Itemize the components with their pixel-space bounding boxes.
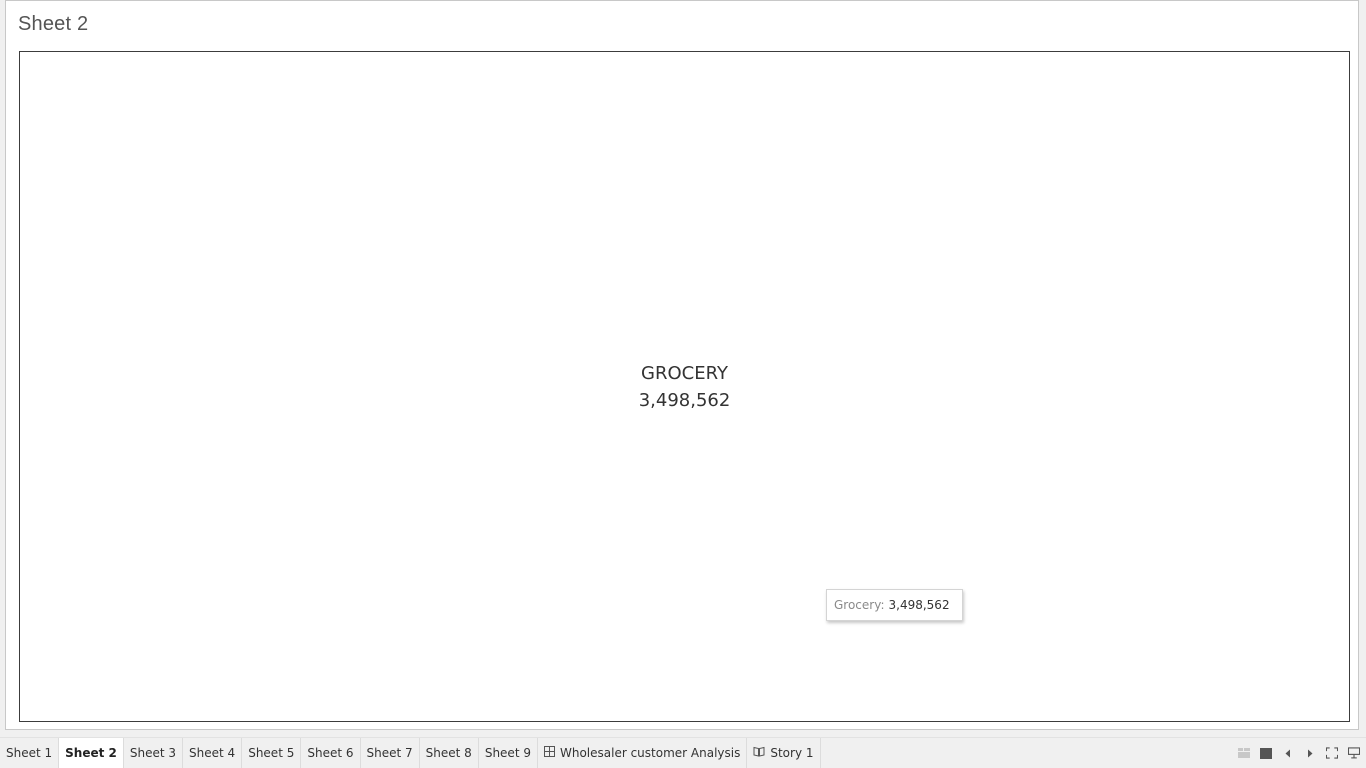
tooltip-label: Grocery: [834,598,885,612]
tab-label: Sheet 1 [6,746,53,760]
tab-label: Sheet 7 [366,746,413,760]
tab-sheet-7[interactable]: Sheet 7 [361,738,420,768]
sheet-tab-bar: Sheet 1 Sheet 2 Sheet 3 Sheet 4 Sheet 5 … [0,737,1366,768]
presentation-mode-icon[interactable] [1348,747,1360,759]
tab-label: Sheet 9 [484,746,531,760]
sheet-title: Sheet 2 [18,13,89,35]
treemap-value-label: 3,498,562 [638,390,731,411]
tab-label: Sheet 5 [248,746,295,760]
previous-sheet-icon[interactable] [1282,747,1294,759]
treemap-rectangle-grocery[interactable]: GROCERY 3,498,562 Grocery: 3,498,562 [19,51,1350,722]
tab-sheet-6[interactable]: Sheet 6 [301,738,361,768]
story-icon [753,746,765,760]
tab-label: Sheet 4 [189,746,236,760]
tab-label: Wholesaler customer Analysis [559,746,741,760]
sheet-tabs: Sheet 1 Sheet 2 Sheet 3 Sheet 4 Sheet 5 … [0,738,821,768]
tab-sheet-4[interactable]: Sheet 4 [183,738,243,768]
fullscreen-icon[interactable] [1326,747,1338,759]
tab-label: Sheet 8 [425,746,472,760]
navigation-controls [1238,738,1360,768]
next-sheet-icon[interactable] [1304,747,1316,759]
tab-label: Story 1 [770,746,814,760]
tab-sheet-1[interactable]: Sheet 1 [0,738,60,768]
tooltip-value: 3,498,562 [888,598,950,612]
tab-sheet-8[interactable]: Sheet 8 [420,738,479,768]
tab-sheet-9[interactable]: Sheet 9 [479,738,538,768]
treemap-mark-label: GROCERY 3,498,562 [20,360,1349,414]
tab-dashboard-wholesaler[interactable]: Wholesaler customer Analysis [538,738,748,768]
treemap-category-label: GROCERY [641,363,728,384]
tooltip: Grocery: 3,498,562 [826,589,963,621]
show-tabs-icon[interactable] [1238,747,1250,759]
tab-label: Sheet 3 [129,746,177,760]
tab-sheet-5[interactable]: Sheet 5 [242,738,302,768]
tab-sheet-3[interactable]: Sheet 3 [124,738,184,768]
show-filmstrip-icon[interactable] [1260,747,1272,759]
tab-label: Sheet 2 [65,746,117,760]
worksheet-canvas: Sheet 2 GROCERY 3,498,562 Grocery: 3,498… [5,0,1359,730]
tab-sheet-2[interactable]: Sheet 2 [59,738,124,768]
tab-story-1[interactable]: Story 1 [747,738,821,768]
tab-label: Sheet 6 [307,746,354,760]
dashboard-icon [543,746,555,760]
